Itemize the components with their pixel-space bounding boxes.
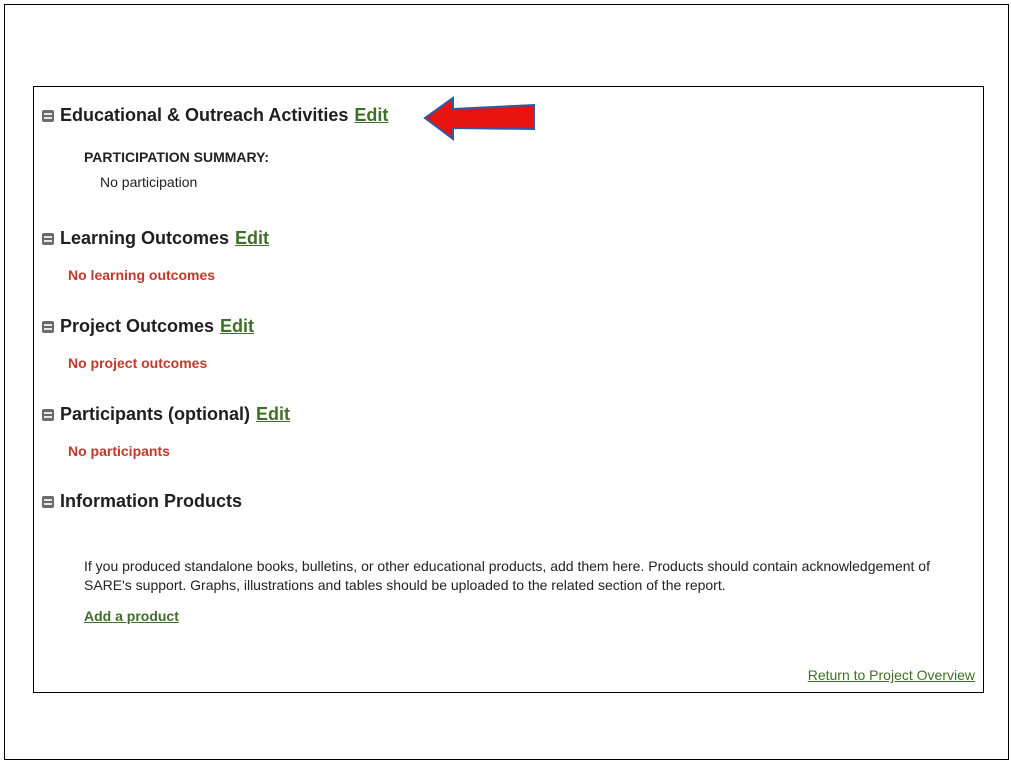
section-title: Learning Outcomes bbox=[60, 228, 230, 248]
no-learning-outcomes-message: No learning outcomes bbox=[68, 267, 216, 283]
section-header-participants: Participants (optional) Edit bbox=[42, 404, 290, 425]
section-title: Educational & Outreach Activities bbox=[60, 105, 349, 125]
section-header-educational-outreach: Educational & Outreach Activities Edit bbox=[42, 105, 388, 126]
section-header-information-products: Information Products bbox=[42, 491, 242, 512]
edit-participants-link[interactable]: Edit bbox=[256, 404, 290, 425]
edit-project-outcomes-link[interactable]: Edit bbox=[220, 316, 254, 337]
annotation-arrow-icon bbox=[423, 96, 535, 141]
no-participants-message: No participants bbox=[68, 443, 170, 459]
section-header-project-outcomes: Project Outcomes Edit bbox=[42, 316, 254, 337]
no-project-outcomes-message: No project outcomes bbox=[68, 355, 208, 371]
section-title: Project Outcomes bbox=[60, 316, 215, 336]
edit-learning-outcomes-link[interactable]: Edit bbox=[235, 228, 269, 249]
collapse-toggle-icon[interactable] bbox=[42, 320, 54, 333]
collapse-toggle-icon[interactable] bbox=[42, 495, 54, 508]
return-to-project-overview-link[interactable]: Return to Project Overview bbox=[808, 667, 975, 683]
participation-summary-label: PARTICIPATION SUMMARY: bbox=[84, 149, 270, 165]
section-header-learning-outcomes: Learning Outcomes Edit bbox=[42, 228, 269, 249]
edit-educational-outreach-link[interactable]: Edit bbox=[354, 105, 388, 126]
collapse-toggle-icon[interactable] bbox=[42, 408, 54, 421]
information-products-description: If you produced standalone books, bullet… bbox=[84, 558, 930, 593]
project-report-panel: Educational & Outreach Activities Edit P… bbox=[33, 86, 984, 693]
collapse-toggle-icon[interactable] bbox=[42, 109, 54, 122]
participation-summary-value: No participation bbox=[100, 174, 198, 190]
collapse-toggle-icon[interactable] bbox=[42, 232, 54, 245]
section-title: Participants (optional) bbox=[60, 404, 251, 424]
add-product-link[interactable]: Add a product bbox=[84, 608, 179, 624]
section-title: Information Products bbox=[60, 491, 243, 511]
